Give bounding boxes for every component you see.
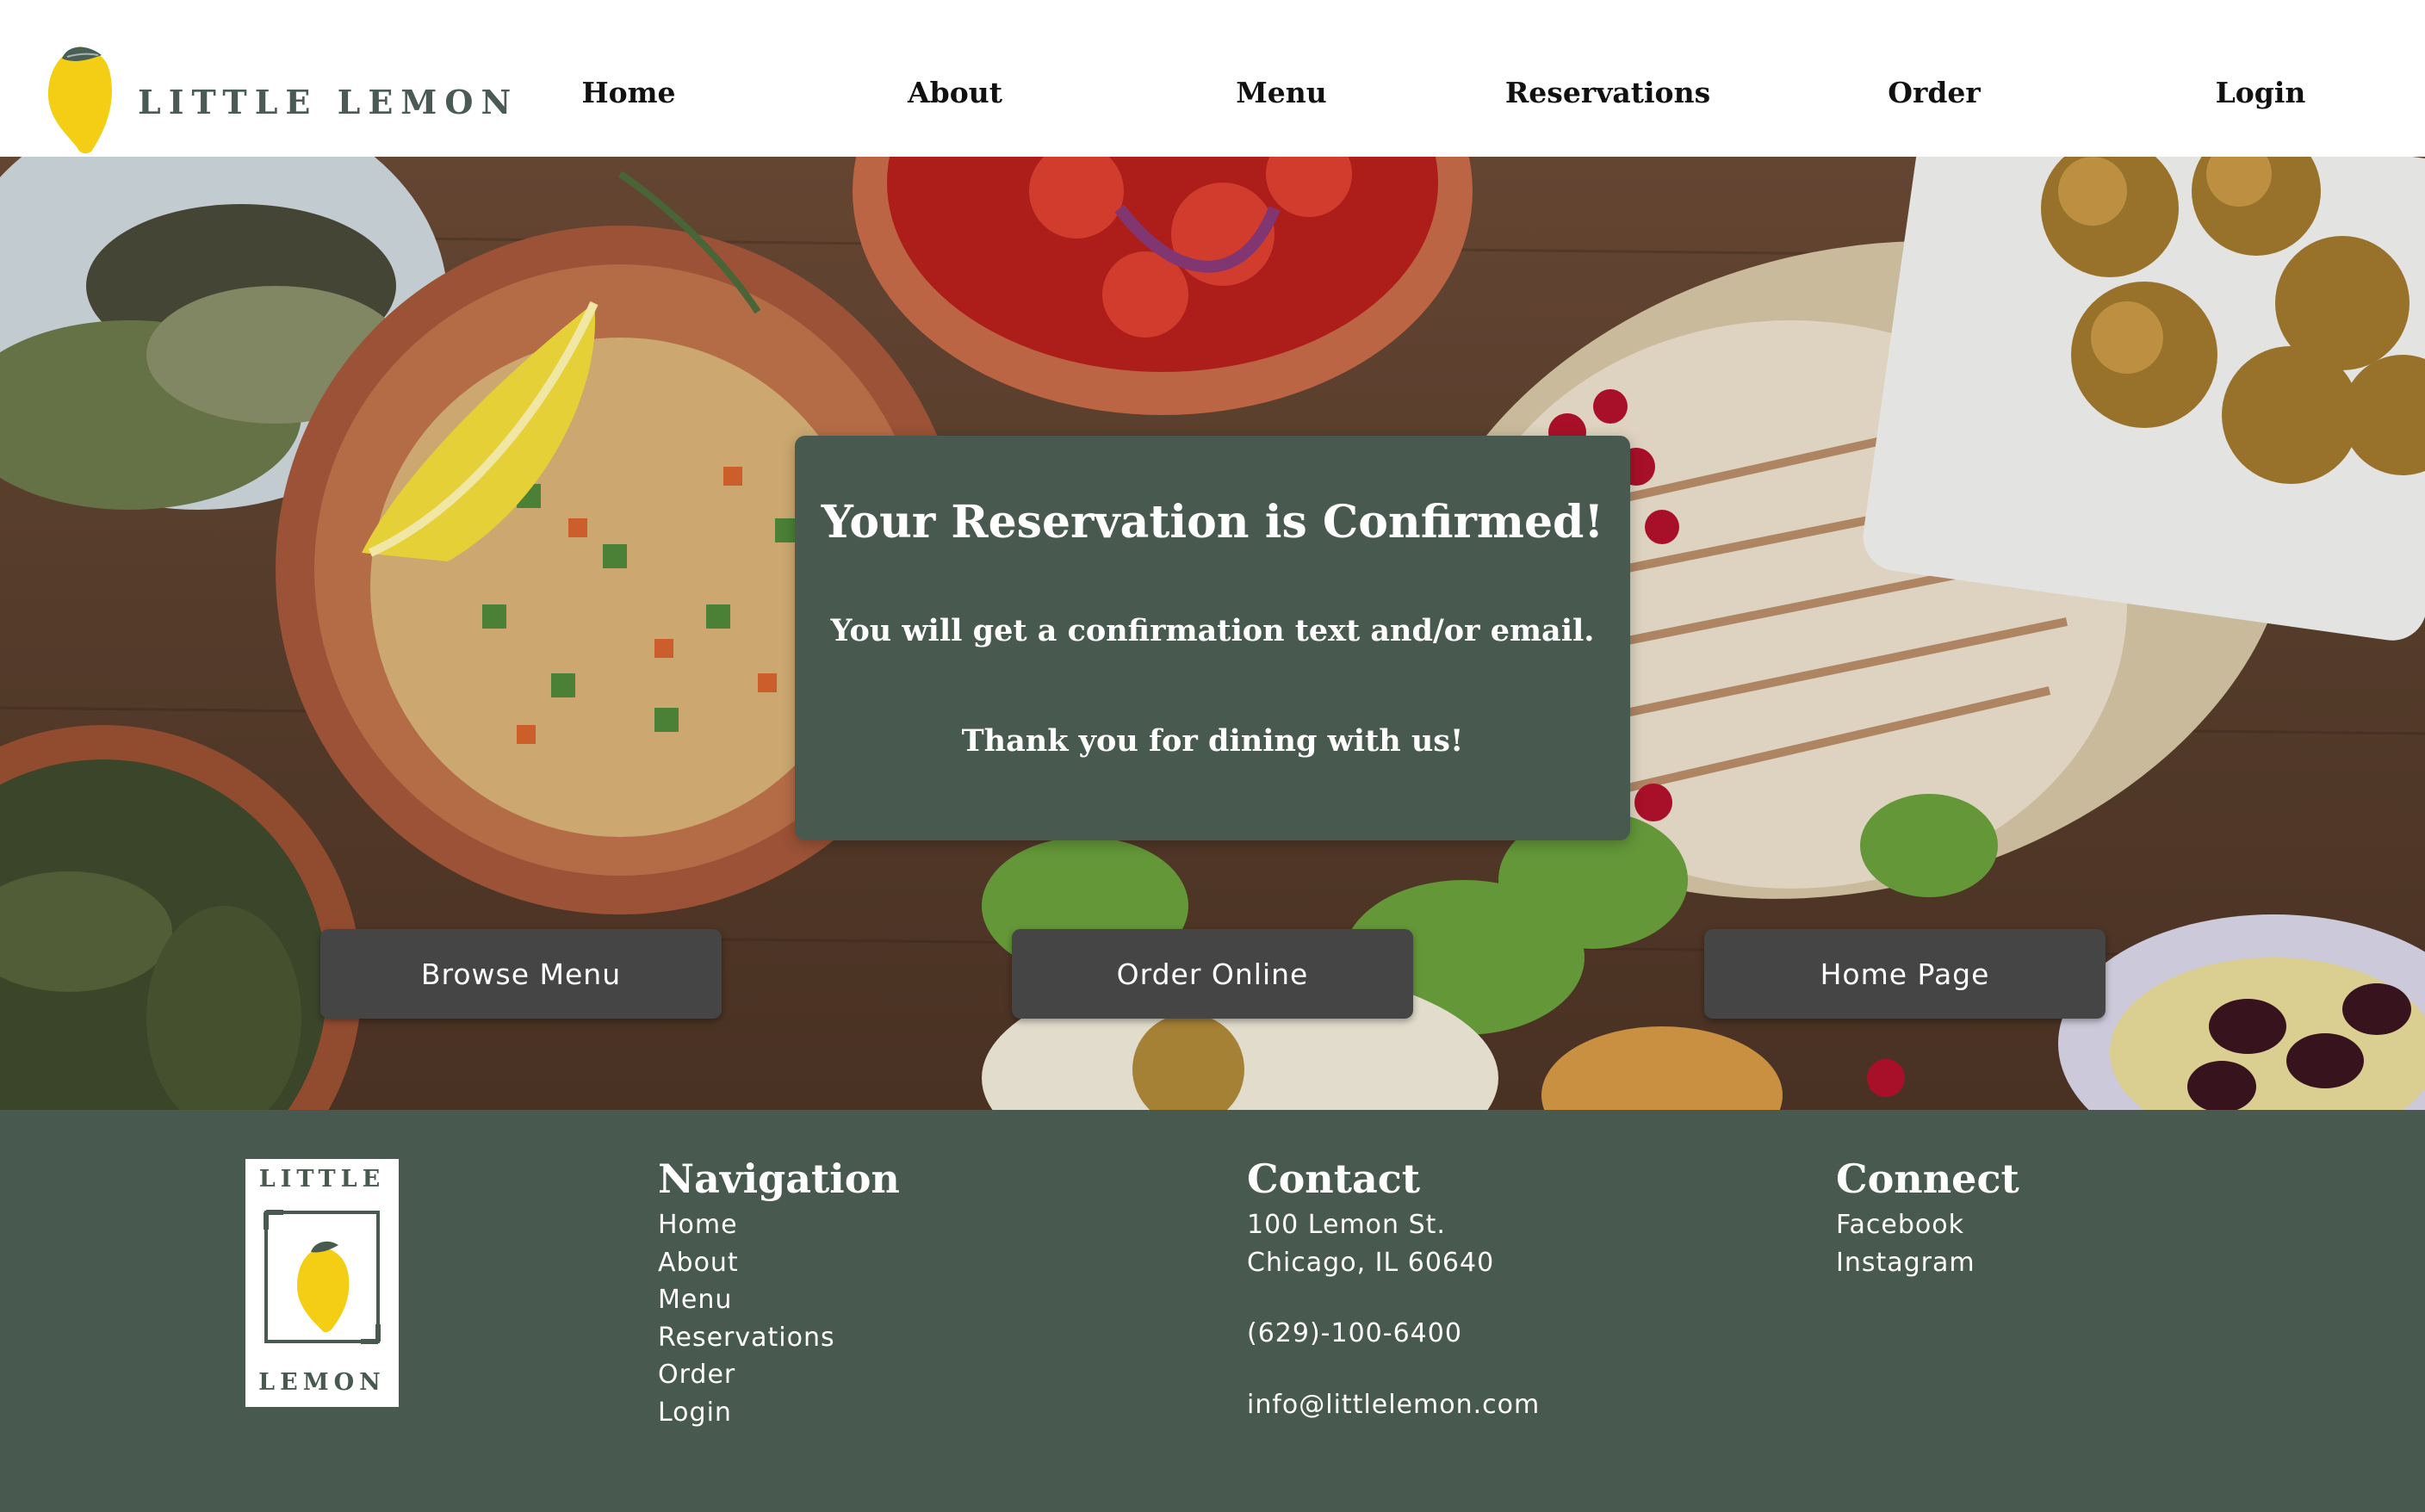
order-online-button[interactable]: Order Online <box>1012 929 1413 1019</box>
confirmation-message: You will get a confirmation text and/or … <box>830 613 1595 648</box>
footer-link-home[interactable]: Home <box>658 1206 900 1244</box>
footer-logo[interactable]: LITTLE LEMON <box>245 1159 399 1407</box>
footer-link-reservations[interactable]: Reservations <box>658 1319 900 1357</box>
lemon-logo-icon <box>48 46 112 154</box>
footer-link-about[interactable]: About <box>658 1244 900 1282</box>
footer-logo-top-text: LITTLE <box>258 1166 386 1193</box>
hero-section: Your Reservation is Confirmed! You will … <box>0 157 2425 1110</box>
contact-address-line1: 100 Lemon St. <box>1247 1210 1446 1240</box>
footer-navigation: Navigation Home About Menu Reservations … <box>658 1155 900 1431</box>
footer-connect-heading: Connect <box>1836 1156 2019 1202</box>
home-page-button[interactable]: Home Page <box>1704 929 2106 1019</box>
footer-contact: Contact 100 Lemon St. Chicago, IL 60640 … <box>1247 1155 1540 1423</box>
lemon-logo-icon <box>264 1210 381 1344</box>
nav-login[interactable]: Login <box>2140 76 2381 109</box>
browse-menu-button[interactable]: Browse Menu <box>320 929 722 1019</box>
footer-connect: Connect Facebook Instagram <box>1836 1155 2019 1281</box>
footer-link-login[interactable]: Login <box>658 1394 900 1432</box>
nav-about[interactable]: About <box>834 76 1076 109</box>
footer-logo-bottom-text: LEMON <box>258 1369 386 1396</box>
footer-contact-heading: Contact <box>1247 1156 1421 1202</box>
contact-email[interactable]: info@littlelemon.com <box>1247 1386 1540 1424</box>
footer-link-instagram[interactable]: Instagram <box>1836 1244 2019 1282</box>
footer-link-order[interactable]: Order <box>658 1356 900 1394</box>
confirmation-card: Your Reservation is Confirmed! You will … <box>795 436 1630 840</box>
footer-link-menu[interactable]: Menu <box>658 1281 900 1319</box>
nav-reservations[interactable]: Reservations <box>1487 76 1728 109</box>
nav-menu[interactable]: Menu <box>1161 76 1402 109</box>
brand-logo[interactable]: LITTLE LEMON <box>45 43 511 157</box>
confirmation-title: Your Reservation is Confirmed! <box>821 496 1604 548</box>
confirmation-thanks: Thank you for dining with us! <box>961 723 1464 759</box>
nav-home[interactable]: Home <box>508 76 749 109</box>
footer-navigation-heading: Navigation <box>658 1156 900 1202</box>
site-header: LITTLE LEMON Home About Menu Reservation… <box>0 0 2425 157</box>
contact-address-line2: Chicago, IL 60640 <box>1247 1247 1495 1278</box>
brand-name: LITTLE LEMON <box>138 83 519 121</box>
contact-phone[interactable]: (629)-100-6400 <box>1247 1315 1540 1353</box>
nav-order[interactable]: Order <box>1814 76 2055 109</box>
site-footer: LITTLE LEMON Navigation Home About Menu … <box>0 1110 2425 1512</box>
footer-link-facebook[interactable]: Facebook <box>1836 1206 2019 1244</box>
